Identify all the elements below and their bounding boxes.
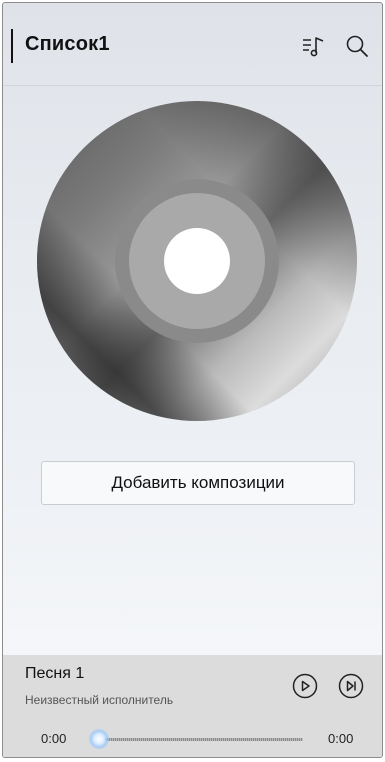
progress-thumb[interactable] bbox=[89, 729, 109, 749]
mini-player: Песня 1 Неизвестный исполнитель 0:00 0:0… bbox=[3, 655, 382, 757]
page-title: Список1 bbox=[25, 33, 110, 55]
song-artist: Неизвестный исполнитель bbox=[25, 693, 174, 707]
song-title: Песня 1 bbox=[25, 665, 85, 682]
search-icon[interactable] bbox=[344, 33, 370, 59]
title-accent-bar bbox=[11, 29, 13, 63]
total-time: 0:00 bbox=[328, 731, 354, 746]
header: Список1 bbox=[3, 3, 382, 86]
next-track-icon[interactable] bbox=[338, 673, 364, 699]
progress-bar[interactable] bbox=[99, 738, 303, 741]
add-songs-button[interactable]: Добавить композиции bbox=[41, 461, 355, 505]
vinyl-disc-artwork bbox=[37, 101, 357, 421]
current-time: 0:00 bbox=[41, 731, 67, 746]
phone-screen: Список1 Добавить композиции Песня 1 Неиз… bbox=[2, 2, 383, 758]
play-icon[interactable] bbox=[292, 673, 318, 699]
playlist-music-icon[interactable] bbox=[301, 33, 327, 59]
